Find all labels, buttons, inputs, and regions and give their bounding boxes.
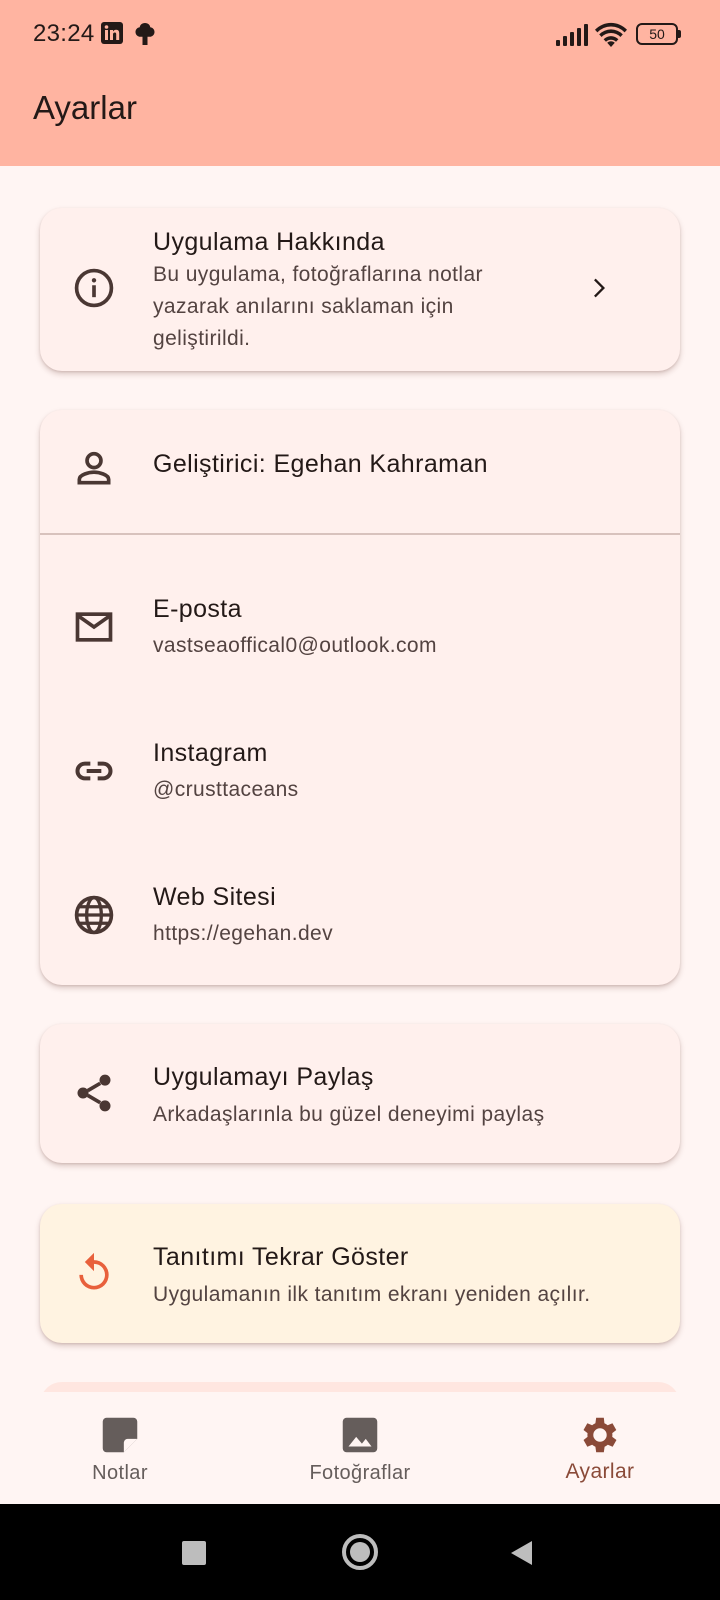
nav-label-fotograflar: Fotoğraflar (309, 1462, 411, 1484)
nav-item-fotograflar[interactable]: Fotoğraflar (240, 1392, 480, 1504)
nav-item-notlar[interactable]: Notlar (0, 1392, 240, 1504)
website-title: Web Sitesi (153, 883, 277, 911)
instagram-value: @crusttaceans (153, 778, 299, 801)
share-title: Uygulamayı Paylaş (153, 1063, 374, 1091)
share-card[interactable]: Uygulamayı Paylaş Arkadaşlarınla bu güze… (40, 1024, 680, 1163)
about-title: Uygulama Hakkında (153, 228, 385, 256)
about-description-line-1: Bu uygulama, fotoğraflarına notlar (153, 263, 483, 286)
share-row[interactable]: Uygulamayı Paylaş Arkadaşlarınla bu güze… (40, 1024, 680, 1163)
about-description-line-3: geliştirildi. (153, 327, 251, 350)
info-icon (74, 268, 114, 308)
gear-icon (583, 1417, 617, 1453)
system-navigation-bar (0, 1504, 720, 1600)
replay-icon (79, 1252, 109, 1290)
mail-icon (75, 612, 113, 642)
recents-square-icon[interactable] (182, 1541, 206, 1565)
intro-row[interactable]: Tanıtımı Tekrar Göster Uygulamanın ilk t… (40, 1204, 680, 1343)
bottom-navigation: Notlar Fotoğraflar Ayarlar (0, 1392, 720, 1504)
battery-icon: 50 (636, 23, 682, 45)
website-value: https://egehan.dev (153, 922, 333, 945)
developer-card: Geliştirici: Egehan Kahraman E-posta vas… (40, 410, 680, 985)
link-icon (75, 761, 113, 781)
about-card[interactable]: Uygulama Hakkında Bu uygulama, fotoğrafl… (40, 208, 680, 371)
instagram-row[interactable]: Instagram @crusttaceans (40, 694, 680, 838)
intro-subtitle: Uygulamanın ilk tanıtım ekranı yeniden a… (153, 1283, 591, 1306)
page-title: Ayarlar (33, 89, 137, 126)
app-bar: 23:24 50 Ayarlar (0, 0, 720, 166)
email-title: E-posta (153, 595, 242, 623)
share-subtitle: Arkadaşlarınla bu güzel deneyimi paylaş (153, 1103, 545, 1126)
instagram-title: Instagram (153, 739, 268, 767)
share-icon (77, 1074, 111, 1112)
nav-label-notlar: Notlar (92, 1462, 148, 1484)
globe-icon (74, 895, 114, 935)
signal-icon (556, 24, 588, 46)
email-value: vastseaoffical0@outlook.com (153, 634, 437, 657)
back-triangle-icon[interactable] (508, 1539, 534, 1567)
battery-level: 50 (649, 26, 665, 42)
home-circle-icon[interactable] (342, 1534, 378, 1570)
intro-title: Tanıtımı Tekrar Göster (153, 1243, 409, 1271)
chevron-right-icon (594, 278, 605, 298)
status-bar: 23:24 50 (0, 0, 720, 70)
note-icon (102, 1417, 138, 1453)
status-time: 23:24 (33, 20, 95, 47)
nav-item-ayarlar[interactable]: Ayarlar (480, 1392, 720, 1504)
email-row[interactable]: E-posta vastseaoffical0@outlook.com (40, 550, 680, 694)
about-row[interactable]: Uygulama Hakkında Bu uygulama, fotoğrafl… (40, 208, 680, 371)
tree-icon (135, 23, 155, 45)
person-icon (77, 451, 111, 485)
intro-card[interactable]: Tanıtımı Tekrar Göster Uygulamanın ilk t… (40, 1204, 680, 1343)
website-row[interactable]: Web Sitesi https://egehan.dev (40, 838, 680, 982)
developer-row: Geliştirici: Egehan Kahraman (40, 410, 680, 533)
nav-label-ayarlar: Ayarlar (565, 1460, 635, 1483)
developer-name: Geliştirici: Egehan Kahraman (153, 450, 488, 478)
wifi-icon (595, 22, 627, 47)
image-icon (342, 1417, 378, 1453)
divider (40, 533, 680, 535)
about-description-line-2: yazarak anılarını saklaman için (153, 295, 454, 318)
linkedin-icon (101, 22, 123, 44)
